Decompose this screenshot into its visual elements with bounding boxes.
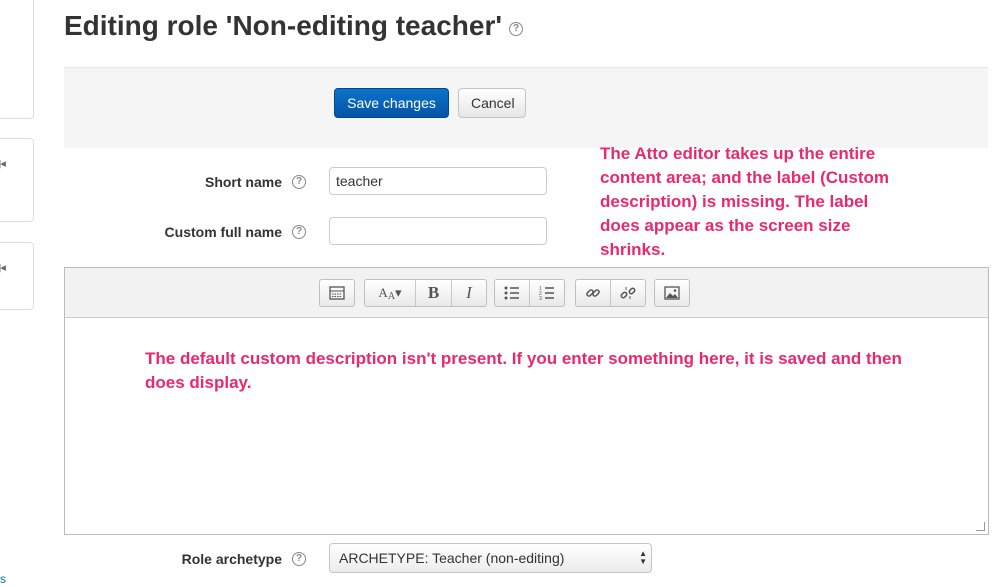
image-icon[interactable] [655,280,689,306]
short-name-label: Short name [204,174,282,190]
block-control-icons[interactable]: ▣◂ [0,157,6,170]
annotation-line: does appear as the screen size [600,216,851,235]
resize-handle[interactable] [976,522,985,531]
role-archetype-label: Role archetype [181,551,282,567]
sidebar-block [0,0,34,119]
form-buttons-bar: Save changes Cancel [64,67,988,148]
toolbar-group [319,279,355,307]
annotation-line: content area; and the label (Custom [600,168,890,187]
toolbar-group: 123 [494,279,565,307]
annotation-line: shrinks. [600,240,666,259]
annotation-line: The default custom description isn't pre… [145,349,902,368]
font-style-icon[interactable]: A A ▾ [365,280,416,306]
annotation-line: does display. [145,373,252,392]
bold-icon[interactable]: B [416,280,452,306]
editor-toolbar: A A ▾ B I 123 [65,268,988,318]
page-title: Editing role 'Non-editing teacher' [64,10,503,41]
svg-text:3: 3 [539,296,542,300]
sidebar-block: ▣◂ [0,242,34,310]
toolbar-group [654,279,690,307]
collapse-icon[interactable] [320,280,354,306]
annotation-description: The default custom description isn't pre… [145,347,902,395]
italic-icon[interactable]: I [452,280,486,306]
toolbar-group: A A ▾ B I [364,279,487,307]
link-icon[interactable] [576,280,611,306]
role-archetype-selected-value: ARCHETYPE: Teacher (non-editing) [339,550,565,566]
help-icon[interactable]: ? [292,552,306,566]
annotation-line: description) is missing. The label [600,192,869,211]
help-icon[interactable]: ? [509,22,523,36]
custom-full-name-label: Custom full name [164,224,282,240]
annotation-atto-editor: The Atto editor takes up the entire cont… [600,142,889,262]
custom-full-name-input[interactable] [329,217,547,245]
short-name-input[interactable] [329,167,547,195]
unordered-list-icon[interactable] [495,280,530,306]
save-changes-button[interactable]: Save changes [334,88,449,118]
ordered-list-icon[interactable]: 123 [530,280,564,306]
help-icon[interactable]: ? [292,225,306,239]
unlink-icon[interactable] [611,280,645,306]
select-arrows-icon: ▲ ▼ [639,549,647,566]
role-archetype-select[interactable]: ARCHETYPE: Teacher (non-editing) ▲ ▼ [329,543,652,573]
toolbar-group [575,279,646,307]
sidebar-link[interactable]: s [0,572,6,586]
annotation-line: The Atto editor takes up the entire [600,144,876,163]
cancel-button[interactable]: Cancel [458,88,526,118]
block-control-icons[interactable]: ▣◂ [0,261,6,274]
help-icon[interactable]: ? [292,175,306,189]
sidebar-block: ▣◂ [0,138,34,222]
atto-editor: A A ▾ B I 123 [64,267,989,535]
